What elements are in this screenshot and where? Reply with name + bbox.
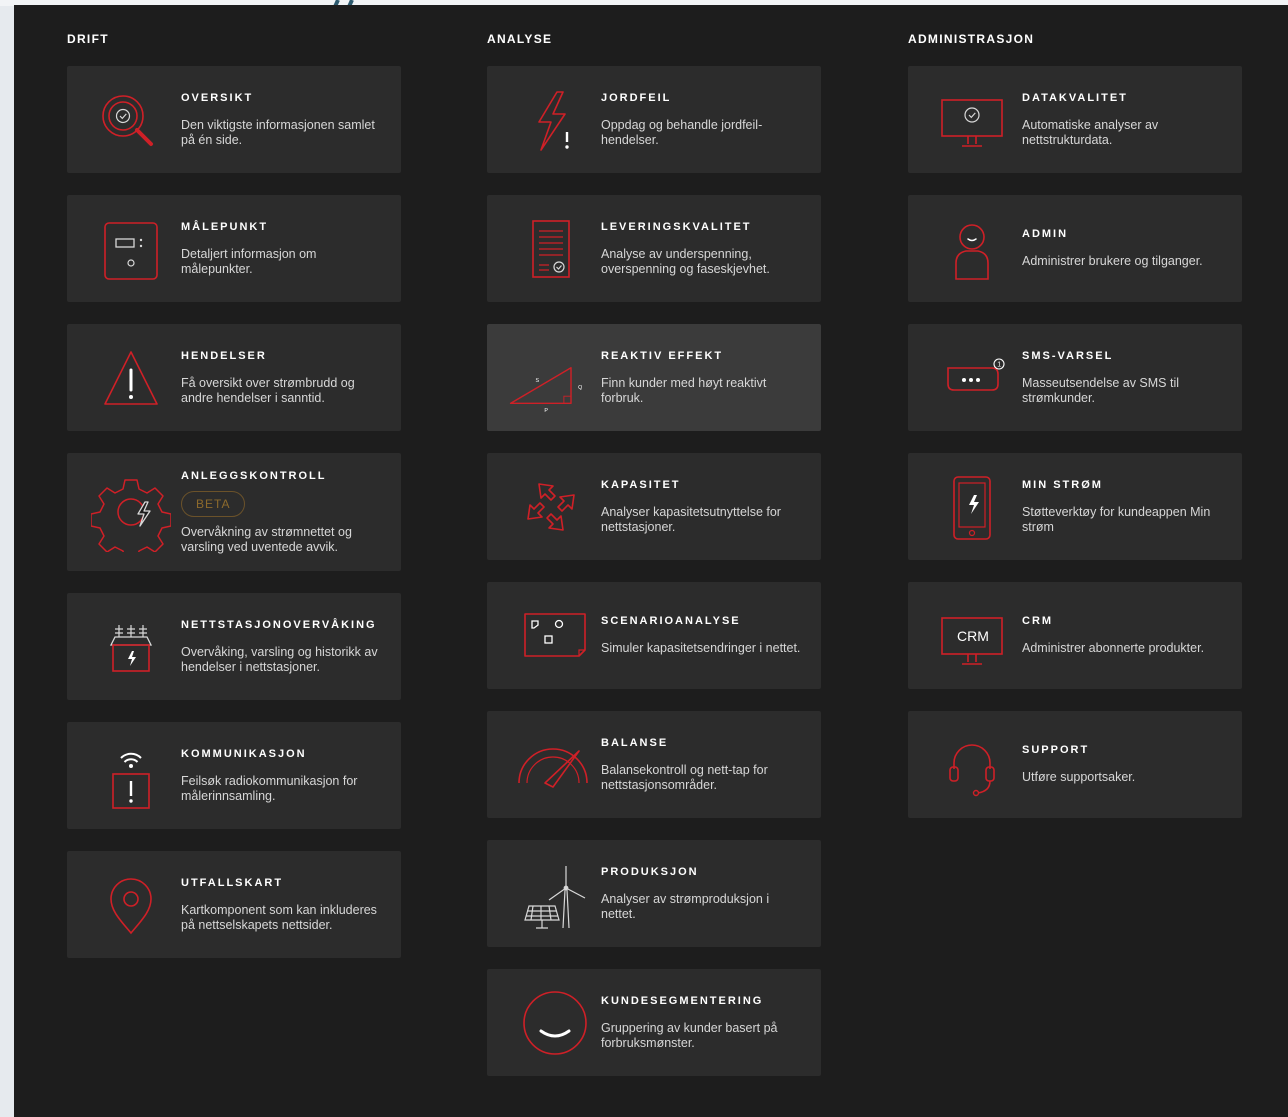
- card-anleggskontroll[interactable]: ANLEGGSKONTROLL BETA Overvåkning av strø…: [67, 453, 401, 571]
- meter-icon: [91, 209, 171, 289]
- column-heading: ANALYSE: [487, 32, 553, 46]
- search-check-icon: [91, 80, 171, 160]
- card-description: Kartkomponent som kan inkluderes på nett…: [181, 902, 377, 932]
- card-title: LEVERINGSKVALITET: [601, 220, 752, 233]
- card-title: KUNDESEGMENTERING: [601, 994, 764, 1007]
- card-kundesegmentering[interactable]: KUNDESEGMENTERING Gruppering av kunder b…: [487, 969, 821, 1076]
- card-description: Automatiske analyser av nettstrukturdata…: [1022, 117, 1159, 147]
- card-sms-varsel[interactable]: 1 SMS-VARSEL Masseutsendelse av SMS til …: [908, 324, 1242, 431]
- label-q: Q: [578, 385, 582, 391]
- document-check-icon: [511, 209, 591, 289]
- card-support[interactable]: SUPPORT Utføre supportsaker.: [908, 711, 1242, 818]
- label-s: S: [535, 378, 539, 384]
- card-scenarioanalyse[interactable]: SCENARIOANALYSE Simuler kapasitetsendrin…: [487, 582, 821, 689]
- gear-bolt-icon: [91, 472, 171, 552]
- radio-alert-icon: [91, 736, 171, 816]
- card-description: Analyser kapasitetsutnyttelse for nettst…: [601, 504, 781, 534]
- card-description: Balansekontroll og nett-tap for nettstas…: [601, 762, 768, 792]
- card-description: Feilsøk radiokommunikasjon for målerinns…: [181, 773, 358, 803]
- gauge-icon: [513, 725, 593, 805]
- headset-icon: [932, 725, 1012, 805]
- sms-bubble-icon: 1: [932, 338, 1012, 418]
- card-oversikt[interactable]: OVERSIKT Den viktigste informasjonen sam…: [67, 66, 401, 173]
- card-balanse[interactable]: BALANSE Balansekontroll og nett-tap for …: [487, 711, 821, 818]
- card-title: SCENARIOANALYSE: [601, 615, 741, 627]
- card-kapasitet[interactable]: KAPASITET Analyser kapasitetsutnyttelse …: [487, 453, 821, 560]
- card-produksjon[interactable]: PRODUKSJON Analyser av strømproduksjon i…: [487, 840, 821, 947]
- card-description: Oppdag og behandle jordfeil-hendelser.: [601, 117, 763, 147]
- card-crm[interactable]: CRM CRM Administrer abonnerte produkter.: [908, 582, 1242, 689]
- card-title: HENDELSER: [181, 349, 267, 362]
- card-title: MIN STRØM: [1022, 478, 1103, 491]
- column-heading: DRIFT: [67, 32, 109, 46]
- card-title: SUPPORT: [1022, 744, 1090, 756]
- card-description: Støtteverktøy for kundeappen Min strøm: [1022, 504, 1211, 534]
- card-title: PRODUKSJON: [601, 865, 699, 878]
- card-description: Utføre supportsaker.: [1022, 770, 1136, 784]
- card-description: Administrer abonnerte produkter.: [1022, 641, 1205, 655]
- monitor-check-icon: [932, 80, 1012, 160]
- card-description: Analyser av strømproduksjon i nettet.: [601, 891, 770, 921]
- app-menu-panel: DRIFT OVERSIKT Den viktigste informasjon…: [14, 5, 1288, 1117]
- map-pin-icon: [91, 865, 171, 945]
- crm-monitor-icon: CRM: [932, 596, 1012, 676]
- scenario-sheet-icon: [515, 596, 595, 676]
- card-title: UTFALLSKART: [181, 876, 284, 889]
- card-description: Masseutsendelse av SMS til strømkunder.: [1022, 375, 1180, 405]
- card-title: REAKTIV EFFEKT: [601, 349, 724, 362]
- card-reaktiv-effekt[interactable]: S Q P REAKTIV EFFEKT Finn kunder med høyt …: [487, 324, 821, 431]
- card-description: Finn kunder med høyt reaktivt forbruk.: [601, 375, 767, 405]
- card-title: ADMIN: [1022, 228, 1069, 240]
- expand-arrows-icon: [511, 467, 591, 547]
- card-description: Simuler kapasitetsendringer i nettet.: [601, 641, 801, 655]
- card-description: Detaljert informasjon om målepunkter.: [181, 246, 317, 276]
- wind-solar-icon: [511, 854, 591, 934]
- beta-badge: BETA: [181, 490, 246, 517]
- power-triangle-icon: S Q P: [507, 342, 597, 422]
- substation-icon: [91, 607, 171, 687]
- card-title: DATAKVALITET: [1022, 91, 1128, 104]
- card-description: Analyse av underspenning, overspenning o…: [601, 246, 770, 276]
- card-leveringskvalitet[interactable]: LEVERINGSKVALITET Analyse av underspenni…: [487, 195, 821, 302]
- card-title: JORDFEIL: [601, 91, 672, 104]
- card-description: Den viktigste informasjonen samlet på én…: [181, 117, 375, 147]
- crm-screen-text: CRM: [957, 628, 989, 644]
- smile-circle-icon: [515, 983, 595, 1063]
- card-description: Administrer brukere og tilganger.: [1022, 254, 1203, 268]
- label-p: P: [544, 408, 548, 414]
- card-datakvalitet[interactable]: DATAKVALITET Automatiske analyser av net…: [908, 66, 1242, 173]
- sms-count: 1: [997, 361, 1001, 368]
- ground-fault-icon: [511, 80, 591, 160]
- card-title: BALANSE: [601, 736, 669, 749]
- card-description: Overvåking, varsling og historikk av hen…: [181, 644, 378, 674]
- phone-bolt-icon: [932, 467, 1012, 547]
- card-jordfeil[interactable]: JORDFEIL Oppdag og behandle jordfeil-hen…: [487, 66, 821, 173]
- card-min-strom[interactable]: MIN STRØM Støtteverktøy for kundeappen M…: [908, 453, 1242, 560]
- card-title: ANLEGGSKONTROLL: [181, 469, 327, 482]
- card-title: KAPASITET: [601, 478, 681, 491]
- card-nettstasjonovervaking[interactable]: NETTSTASJONOVERVÅKING Overvåking, varsli…: [67, 593, 401, 700]
- card-title: KOMMUNIKASJON: [181, 747, 307, 760]
- card-hendelser[interactable]: HENDELSER Få oversikt over strømbrudd og…: [67, 324, 401, 431]
- user-icon: [932, 209, 1012, 289]
- card-description: Gruppering av kunder basert på forbruksm…: [601, 1020, 778, 1050]
- card-utfallskart[interactable]: UTFALLSKART Kartkomponent som kan inklud…: [67, 851, 401, 958]
- card-title: OVERSIKT: [181, 91, 254, 104]
- card-title: NETTSTASJONOVERVÅKING: [181, 618, 377, 631]
- card-kommunikasjon[interactable]: KOMMUNIKASJON Feilsøk radiokommunikasjon…: [67, 722, 401, 829]
- card-title: CRM: [1022, 615, 1054, 627]
- card-title: SMS-VARSEL: [1022, 349, 1114, 362]
- card-description: Overvåkning av strømnettet og varsling v…: [181, 524, 352, 554]
- warning-icon: [91, 338, 171, 418]
- card-title: MÅLEPUNKT: [181, 220, 269, 233]
- card-malepunkt[interactable]: MÅLEPUNKT Detaljert informasjon om målep…: [67, 195, 401, 302]
- card-description: Få oversikt over strømbrudd og andre hen…: [181, 375, 355, 405]
- card-admin[interactable]: ADMIN Administrer brukere og tilganger.: [908, 195, 1242, 302]
- column-heading: ADMINISTRASJON: [908, 32, 1035, 46]
